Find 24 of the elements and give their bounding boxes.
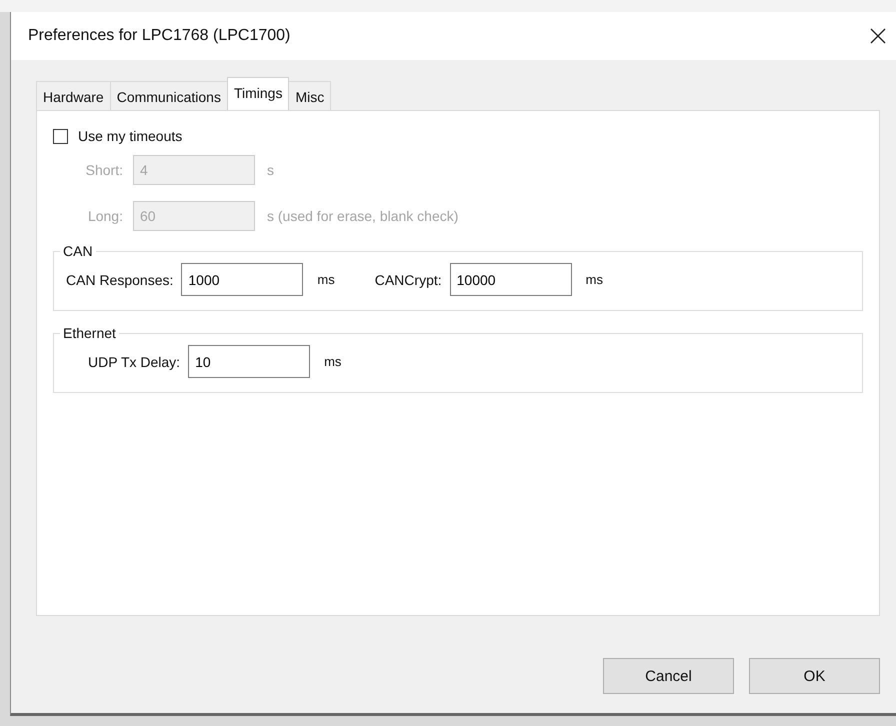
unit-label: ms bbox=[586, 272, 603, 287]
window-title: Preferences for LPC1768 (LPC1700) bbox=[28, 27, 290, 45]
unit-label: s bbox=[267, 162, 274, 178]
group-title: Ethernet bbox=[62, 325, 117, 341]
close-icon[interactable] bbox=[870, 28, 886, 44]
field-label: CAN Responses: bbox=[66, 272, 174, 288]
dialog-button[interactable]: Cancel bbox=[603, 658, 734, 694]
unit-label: ms bbox=[324, 354, 342, 369]
field-label: CANCrypt: bbox=[374, 272, 442, 288]
field-label: Long: bbox=[86, 208, 123, 224]
checkbox-label: Use my timeouts bbox=[78, 128, 182, 144]
unit-label: ms bbox=[317, 272, 335, 287]
group-title: CAN bbox=[62, 243, 94, 259]
field-label: Short: bbox=[84, 162, 123, 178]
input-field[interactable]: 1000 bbox=[181, 263, 304, 296]
unit-label: s (used for erase, blank check) bbox=[267, 208, 458, 224]
input-field[interactable]: 10 bbox=[188, 345, 310, 378]
tab[interactable]: Timings bbox=[226, 77, 290, 110]
tab[interactable]: Hardware bbox=[36, 81, 111, 110]
field-label: UDP Tx Delay: bbox=[88, 354, 180, 370]
dialog-button[interactable]: OK bbox=[749, 658, 880, 694]
input-field[interactable]: 10000 bbox=[450, 263, 572, 296]
tab[interactable]: Misc bbox=[288, 81, 332, 110]
checkbox[interactable] bbox=[53, 128, 68, 144]
